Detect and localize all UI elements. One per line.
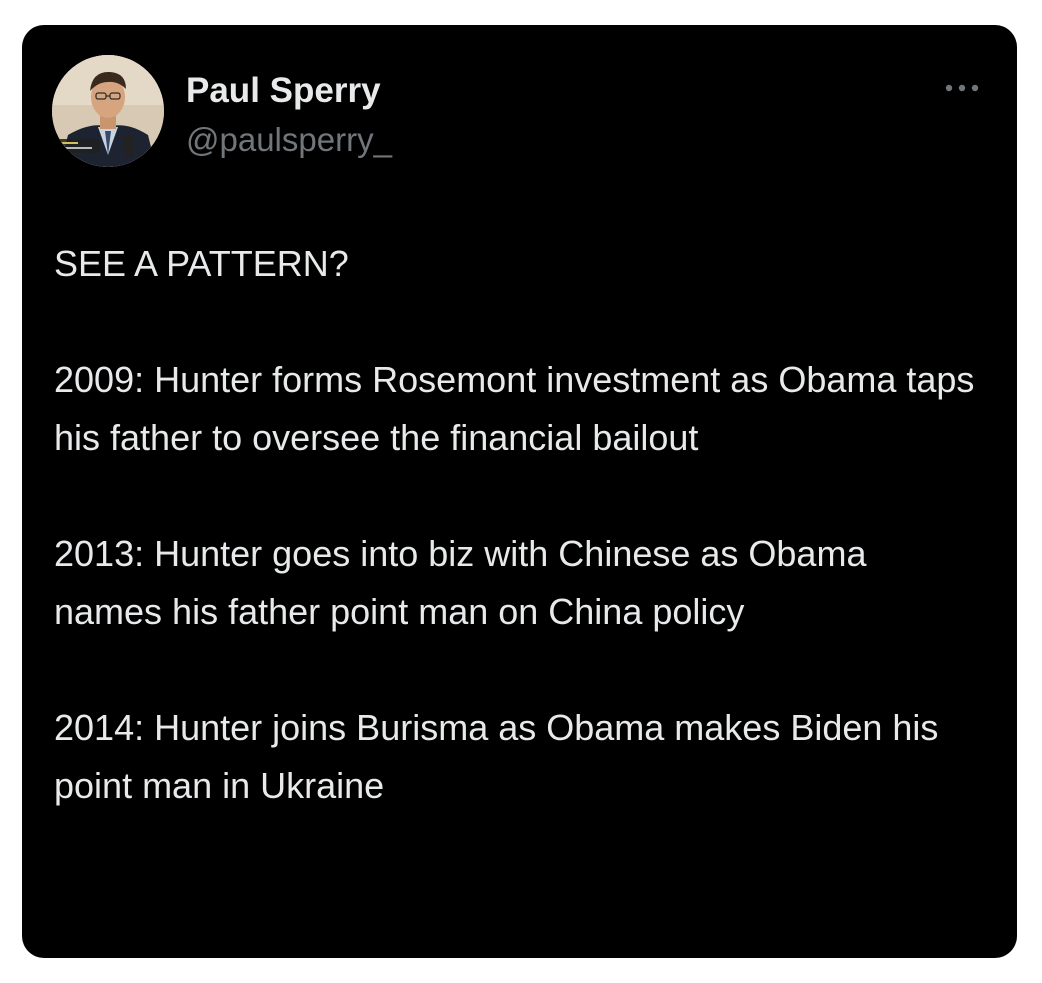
tweet-card: Paul Sperry @paulsperry_ SEE A PATTERN? …	[22, 25, 1017, 958]
more-options-button[interactable]	[942, 73, 982, 103]
tweet-paragraph-2013: 2013: Hunter goes into biz with Chinese …	[54, 533, 867, 632]
author-avatar[interactable]	[52, 55, 164, 167]
tweet-body: SEE A PATTERN? 2009: Hunter forms Rosemo…	[54, 235, 984, 815]
tweet-paragraph-2014: 2014: Hunter joins Burisma as Obama make…	[54, 707, 939, 806]
more-options-icon	[945, 84, 979, 92]
tweet-paragraph-2009: 2009: Hunter forms Rosemont investment a…	[54, 359, 975, 458]
author-handle[interactable]: @paulsperry_	[186, 123, 392, 156]
tweet-paragraph-headline: SEE A PATTERN?	[54, 243, 349, 284]
profile-photo-icon	[52, 55, 164, 167]
author-display-name[interactable]: Paul Sperry	[186, 73, 381, 108]
